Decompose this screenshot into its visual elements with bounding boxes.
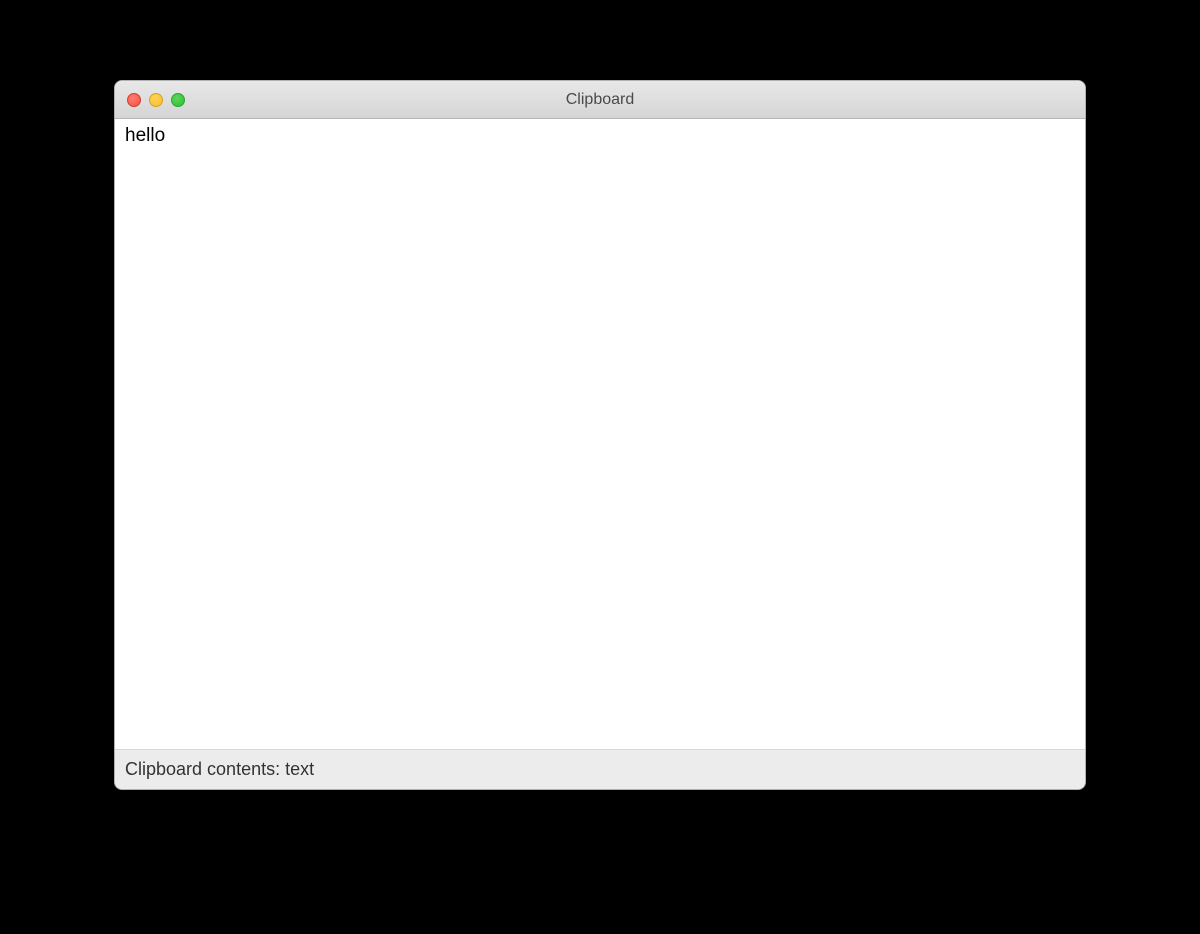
- maximize-icon[interactable]: [171, 93, 185, 107]
- window: Clipboard hello Clipboard contents: text: [114, 80, 1086, 790]
- titlebar[interactable]: Clipboard: [115, 81, 1085, 119]
- content-area[interactable]: hello: [115, 119, 1085, 749]
- traffic-lights: [115, 93, 185, 107]
- window-title: Clipboard: [115, 91, 1085, 109]
- minimize-icon[interactable]: [149, 93, 163, 107]
- statusbar: Clipboard contents: text: [115, 749, 1085, 789]
- clipboard-text: hello: [125, 125, 1075, 147]
- close-icon[interactable]: [127, 93, 141, 107]
- status-label: Clipboard contents: text: [125, 759, 314, 780]
